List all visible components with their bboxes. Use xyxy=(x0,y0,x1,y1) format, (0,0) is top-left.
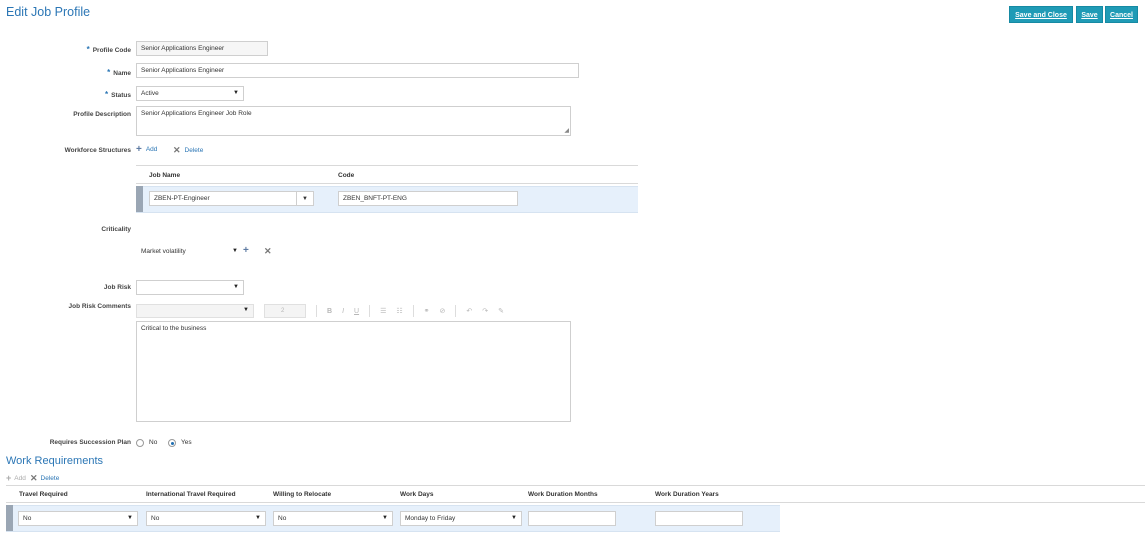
job-name-select[interactable]: ZBEN-PT-Engineer xyxy=(149,191,297,206)
font-size-value: 2 xyxy=(281,308,285,314)
remove-criticality-icon[interactable]: ✕ xyxy=(264,246,272,257)
save-and-close-button[interactable]: Save and Close xyxy=(1009,6,1073,23)
criticality-label: Criticality xyxy=(101,226,131,233)
status-value: Active xyxy=(141,90,159,97)
chevron-down-icon: ▼ xyxy=(233,90,239,96)
link-icon[interactable]: ⚭ xyxy=(424,307,430,315)
workforce-add-link[interactable]: + Add xyxy=(136,144,157,155)
toolbar-separator xyxy=(369,305,371,317)
rich-text-toolbar: ▼ 2 B I U ☰ ☷ ⚭ ⊘ ↶ ↷ ✎ xyxy=(136,304,504,318)
column-header-willing-to-relocate: Willing to Relocate xyxy=(273,491,332,498)
underline-icon[interactable]: U xyxy=(354,308,359,315)
unlink-icon[interactable]: ⊘ xyxy=(440,307,446,315)
row-selector[interactable] xyxy=(136,186,143,212)
status-label: * Status xyxy=(105,90,131,99)
international-travel-value: No xyxy=(151,515,160,522)
workforce-delete-link[interactable]: ✕ Delete xyxy=(173,145,203,156)
international-travel-select[interactable]: No ▼ xyxy=(146,511,266,526)
profile-description-label: Profile Description xyxy=(73,111,131,118)
page-title: Edit Job Profile xyxy=(6,5,91,19)
workforce-table-top-border xyxy=(136,165,638,166)
job-risk-comments-editor[interactable]: Critical to the business xyxy=(136,321,571,422)
status-select[interactable]: Active ▼ xyxy=(136,86,244,101)
workforce-structures-label: Workforce Structures xyxy=(64,147,131,154)
chevron-down-icon: ▼ xyxy=(243,307,249,313)
plus-icon: + xyxy=(6,473,12,483)
toolbar-separator xyxy=(412,305,414,317)
column-header-travel-required: Travel Required xyxy=(19,491,68,498)
succession-yes-label: Yes xyxy=(181,439,192,446)
work-requirements-add-link[interactable]: + Add xyxy=(6,473,26,483)
travel-required-value: No xyxy=(23,515,32,522)
job-risk-label: Job Risk xyxy=(103,284,131,291)
column-header-international-travel: International Travel Required xyxy=(146,491,236,498)
profile-code-field[interactable]: Senior Applications Engineer xyxy=(136,41,268,56)
font-family-select[interactable]: ▼ xyxy=(136,304,254,318)
bold-icon[interactable]: B xyxy=(327,308,332,315)
plus-icon: + xyxy=(136,144,142,155)
succession-no-radio[interactable] xyxy=(136,439,144,447)
chevron-down-icon: ▼ xyxy=(233,284,239,290)
willing-to-relocate-select[interactable]: No ▼ xyxy=(273,511,393,526)
clear-formatting-icon[interactable]: ✎ xyxy=(498,307,504,315)
succession-yes-radio[interactable] xyxy=(168,439,176,447)
work-duration-months-field[interactable] xyxy=(528,511,616,526)
work-table-top-border xyxy=(6,485,1145,486)
cancel-button[interactable]: Cancel xyxy=(1105,6,1138,23)
undo-icon[interactable]: ↶ xyxy=(466,307,472,315)
italic-icon[interactable]: I xyxy=(342,308,344,315)
add-criticality-icon[interactable]: + xyxy=(243,245,249,256)
criticality-select[interactable]: Market volatility ▼ xyxy=(136,244,243,259)
travel-required-select[interactable]: No ▼ xyxy=(18,511,138,526)
profile-description-textarea[interactable]: Senior Applications Engineer Job Role ◢ xyxy=(136,106,571,136)
job-risk-comments-label: Job Risk Comments xyxy=(68,303,132,310)
criticality-value: Market volatility xyxy=(141,248,186,255)
work-days-select[interactable]: Monday to Friday ▼ xyxy=(400,511,522,526)
numbered-list-icon[interactable]: ☷ xyxy=(396,307,402,315)
work-days-value: Monday to Friday xyxy=(405,515,456,522)
job-name-dropdown-button[interactable]: ▼ xyxy=(296,191,314,206)
profile-code-label: * Profile Code xyxy=(86,45,131,54)
work-requirements-delete-label: Delete xyxy=(40,475,60,482)
column-header-work-duration-years: Work Duration Years xyxy=(655,491,719,498)
succession-no-label: No xyxy=(149,439,158,446)
close-icon: ✕ xyxy=(173,145,181,155)
column-header-work-days: Work Days xyxy=(400,491,434,498)
succession-plan-label: Requires Succession Plan xyxy=(49,439,131,446)
chevron-down-icon: ▼ xyxy=(255,515,261,521)
resize-handle-icon[interactable]: ◢ xyxy=(564,127,569,134)
close-icon: ✕ xyxy=(30,473,38,483)
workforce-add-label: Add xyxy=(145,146,158,153)
chevron-down-icon: ▼ xyxy=(302,196,308,202)
save-button[interactable]: Save xyxy=(1076,6,1103,23)
work-requirements-delete-link[interactable]: ✕ Delete xyxy=(30,473,59,484)
chevron-down-icon: ▼ xyxy=(382,515,388,521)
workforce-header-border xyxy=(136,183,638,184)
job-risk-select[interactable]: ▼ xyxy=(136,280,244,295)
row-selector[interactable] xyxy=(6,505,13,531)
willing-to-relocate-value: No xyxy=(278,515,287,522)
name-label: * Name xyxy=(107,68,131,77)
work-requirements-add-label: Add xyxy=(14,474,26,482)
work-requirements-title: Work Requirements xyxy=(6,455,103,467)
column-header-job-name: Job Name xyxy=(149,172,181,179)
redo-icon[interactable]: ↷ xyxy=(482,307,488,315)
chevron-down-icon: ▼ xyxy=(127,515,133,521)
job-risk-comments-value: Critical to the business xyxy=(141,325,207,332)
column-header-work-duration-months: Work Duration Months xyxy=(528,491,598,498)
toolbar-separator xyxy=(316,305,317,317)
bulleted-list-icon[interactable]: ☰ xyxy=(380,307,386,315)
font-size-select[interactable]: 2 xyxy=(264,304,306,318)
job-name-value: ZBEN-PT-Engineer xyxy=(154,195,210,202)
chevron-down-icon: ▼ xyxy=(232,248,238,254)
workforce-delete-label: Delete xyxy=(184,147,204,154)
work-duration-years-field[interactable] xyxy=(655,511,743,526)
name-field[interactable]: Senior Applications Engineer xyxy=(136,63,579,78)
code-field[interactable]: ZBEN_BNFT-PT-ENG xyxy=(338,191,518,206)
work-header-border xyxy=(6,502,1145,503)
column-header-code: Code xyxy=(338,172,355,179)
profile-description-value: Senior Applications Engineer Job Role xyxy=(141,110,252,117)
toolbar-separator xyxy=(455,305,457,317)
chevron-down-icon: ▼ xyxy=(511,515,517,521)
